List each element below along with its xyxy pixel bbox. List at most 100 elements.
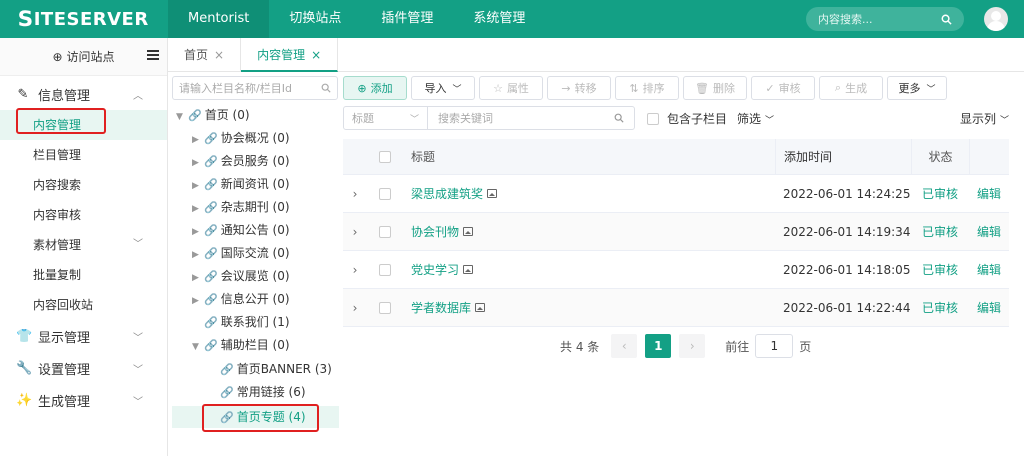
nav-switch-site[interactable]: 切换站点	[269, 0, 361, 38]
caret-right-icon[interactable]: ▶	[192, 290, 204, 312]
row-checkbox[interactable]	[379, 301, 391, 314]
include-children-checkbox[interactable]: 包含子栏目	[647, 110, 727, 127]
columns-dropdown[interactable]: 显示列 ﹀	[960, 110, 1009, 127]
status-header[interactable]: 状态	[911, 138, 969, 175]
tree-node-notice[interactable]: ▶ 🔗 通知公告 (0)	[192, 219, 290, 241]
tree-node-international[interactable]: ▶ 🔗 国际交流 (0)	[192, 242, 290, 264]
title-link[interactable]: 梁思成建筑奖	[411, 185, 483, 202]
table-row[interactable]: › 梁思成建筑奖 2022-06-01 14:24:25 已审核 编辑	[343, 175, 1009, 213]
sort-button[interactable]: ⇅ 排序	[615, 76, 679, 100]
sidebar-item-batch-copy[interactable]: 批量复制	[0, 260, 167, 290]
close-icon[interactable]: ×	[311, 48, 321, 62]
caret-right-icon[interactable]: ▶	[192, 175, 204, 197]
audit-button[interactable]: ✓ 审核	[751, 76, 815, 100]
chevron-right-icon[interactable]: ›	[343, 263, 367, 277]
sidebar-group-generate[interactable]: ✨ 生成管理 ﹀	[0, 384, 167, 416]
chevron-right-icon[interactable]: ›	[343, 187, 367, 201]
more-button[interactable]: 更多 ﹀	[887, 76, 947, 100]
tree-node-label: 首页 (0)	[204, 108, 250, 122]
caret-right-icon[interactable]: ▶	[192, 267, 204, 289]
sidebar-item-content-search[interactable]: 内容搜索	[0, 170, 167, 200]
content-search-input[interactable]: 内容搜索...	[806, 7, 964, 31]
time-header[interactable]: 添加时间	[775, 138, 911, 175]
page-button[interactable]: 1	[645, 334, 672, 358]
page-jump-input[interactable]: 1	[755, 334, 794, 358]
delete-button[interactable]: 🗑 删除	[683, 76, 747, 100]
sidebar-group-display[interactable]: 👕 显示管理 ﹀	[0, 320, 167, 352]
search-icon[interactable]	[614, 113, 624, 123]
caret-right-icon[interactable]: ▶	[192, 129, 204, 151]
logo[interactable]: S ITESERVER	[0, 0, 168, 38]
transfer-button[interactable]: → 转移	[547, 76, 611, 100]
edit-link[interactable]: 编辑	[969, 261, 1009, 278]
filter-dropdown[interactable]: 筛选 ﹀	[737, 110, 774, 127]
title-link[interactable]: 党史学习	[411, 261, 459, 278]
tree-node-contact[interactable]: 🔗 联系我们 (1)	[204, 311, 290, 333]
chevron-right-icon[interactable]: ›	[343, 301, 367, 315]
row-checkbox[interactable]	[379, 225, 391, 238]
nav-site-mentorist[interactable]: Mentorist	[168, 0, 270, 38]
tree-node-magazine[interactable]: ▶ 🔗 杂志期刊 (0)	[192, 196, 290, 218]
title-header[interactable]: 标题	[403, 148, 775, 165]
wrench-icon: 🔧	[16, 360, 33, 376]
title-link[interactable]: 学者数据库	[411, 299, 471, 316]
visit-site-link[interactable]: ⊕ 访问站点	[0, 38, 167, 76]
nav-system[interactable]: 系统管理	[453, 0, 545, 38]
tab-home[interactable]: 首页 ×	[168, 38, 242, 72]
row-checkbox[interactable]	[379, 263, 391, 276]
caret-right-icon[interactable]: ▶	[192, 244, 204, 266]
page-unit-label: 页	[799, 339, 812, 354]
sidebar-group-settings[interactable]: 🔧 设置管理 ﹀	[0, 352, 167, 384]
caret-right-icon[interactable]: ▶	[192, 198, 204, 220]
table-row[interactable]: › 党史学习 2022-06-01 14:18:05 已审核 编辑	[343, 251, 1009, 289]
keyword-input[interactable]: 搜索关键词	[428, 110, 634, 126]
highlight-box-sidebar	[16, 108, 106, 134]
close-icon[interactable]: ×	[214, 48, 224, 62]
caret-down-icon[interactable]: ▼	[176, 106, 188, 128]
chevron-right-icon[interactable]: ›	[343, 225, 367, 239]
time-cell: 2022-06-01 14:18:05	[783, 262, 911, 277]
checkbox[interactable]	[647, 112, 659, 125]
import-button[interactable]: 导入 ﹀	[411, 76, 475, 100]
tree-node-banner[interactable]: 🔗 首页BANNER (3)	[220, 358, 332, 380]
next-page-button[interactable]: ›	[679, 334, 706, 358]
generate-button[interactable]: ⌕ 生成	[819, 76, 883, 100]
table-row[interactable]: › 学者数据库 2022-06-01 14:22:44 已审核 编辑	[343, 289, 1009, 327]
prev-page-button[interactable]: ‹	[611, 334, 638, 358]
menu-toggle-icon[interactable]	[147, 50, 159, 60]
add-button[interactable]: ⊕ 添加	[343, 76, 407, 100]
row-checkbox[interactable]	[379, 187, 391, 200]
tree-node-exhibition[interactable]: ▶ 🔗 会议展览 (0)	[192, 265, 290, 287]
nav-plugins[interactable]: 插件管理	[361, 0, 453, 38]
tab-content[interactable]: 内容管理 ×	[241, 38, 339, 72]
tree-node-news[interactable]: ▶ 🔗 新闻资讯 (0)	[192, 173, 290, 195]
caret-right-icon[interactable]: ▶	[192, 221, 204, 243]
sidebar-item-materials[interactable]: 素材管理 ﹀	[0, 230, 167, 260]
sidebar-item-content-audit[interactable]: 内容审核	[0, 200, 167, 230]
user-avatar[interactable]	[984, 7, 1008, 31]
tree-node-links[interactable]: 🔗 常用链接 (6)	[220, 381, 306, 403]
tree-node-disclosure[interactable]: ▶ 🔗 信息公开 (0)	[192, 288, 290, 310]
sidebar-group-info[interactable]: ✎ 信息管理 ︿	[0, 78, 167, 110]
caret-right-icon[interactable]: ▶	[192, 152, 204, 174]
title-link[interactable]: 协会刊物	[411, 223, 459, 240]
search-field-select[interactable]: 标题 ﹀	[344, 107, 428, 129]
table-row[interactable]: › 协会刊物 2022-06-01 14:19:34 已审核 编辑	[343, 213, 1009, 251]
tree-node-auxiliary[interactable]: ▼ 🔗 辅助栏目 (0)	[192, 334, 290, 356]
attributes-button[interactable]: ☆ 属性	[479, 76, 543, 100]
tree-node-about[interactable]: ▶ 🔗 协会概况 (0)	[192, 127, 290, 149]
channel-search-placeholder: 请输入栏目名称/栏目Id	[179, 82, 292, 95]
edit-link[interactable]: 编辑	[969, 185, 1009, 202]
edit-link[interactable]: 编辑	[969, 299, 1009, 316]
caret-down-icon[interactable]: ▼	[192, 336, 204, 358]
channel-search-input[interactable]: 请输入栏目名称/栏目Id	[172, 76, 338, 100]
tree-node-member-service[interactable]: ▶ 🔗 会员服务 (0)	[192, 150, 290, 172]
pagination: 共 4 条 ‹ 1 › 前往 1 页	[560, 334, 811, 358]
select-all-checkbox[interactable]	[379, 150, 391, 163]
edit-link[interactable]: 编辑	[969, 223, 1009, 240]
sidebar-item-recycle-bin[interactable]: 内容回收站	[0, 290, 167, 320]
search-filter: 标题 ﹀ 搜索关键词	[343, 106, 635, 130]
search-icon[interactable]	[941, 14, 952, 25]
sidebar-item-channels[interactable]: 栏目管理	[0, 140, 167, 170]
tree-node-home[interactable]: ▼ 🔗 首页 (0)	[176, 104, 250, 126]
